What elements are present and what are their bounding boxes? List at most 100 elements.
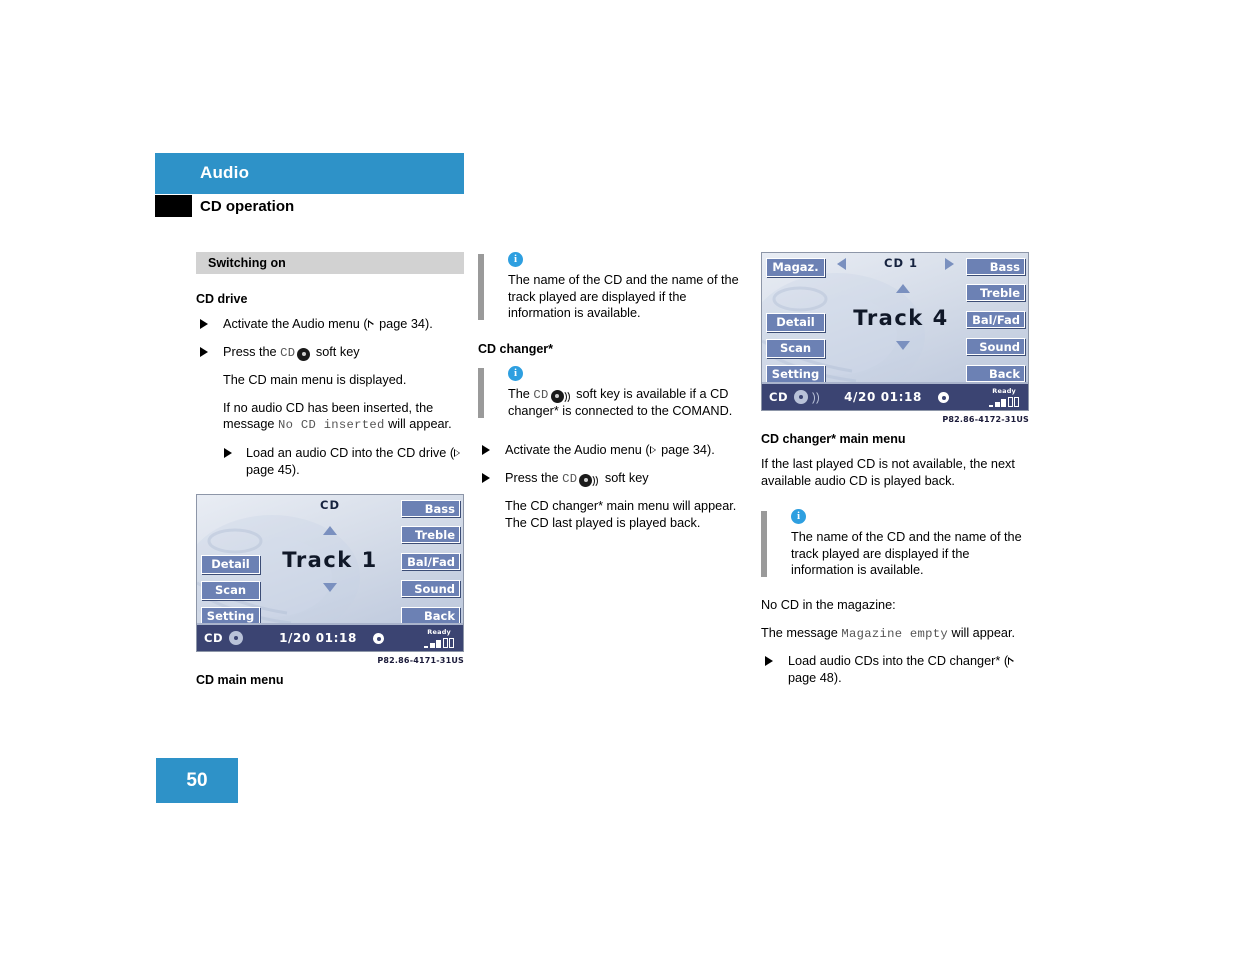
figure-caption: CD changer* main menu — [761, 432, 906, 446]
softkey-detail[interactable]: Detail — [766, 313, 825, 332]
figure-code: P82.86-4172-31US — [942, 415, 1029, 424]
paragraph-cd-main-menu: The CD main menu is displayed. — [223, 373, 407, 388]
softkey-sound[interactable]: Sound — [966, 338, 1025, 355]
list-item: Load an audio CD into the CD drive ( pag… — [196, 445, 466, 478]
status-signal-indicator: Ready — [979, 386, 1023, 408]
note-rule — [478, 254, 484, 320]
display-status-bar: CD 1/20 01:18 Ready — [197, 623, 463, 652]
list-item: Activate the Audio menu ( page 34). — [478, 442, 748, 459]
section-marker-box — [155, 195, 192, 217]
cd-main-menu-display: CD Track 1 Detail Scan Setting Bass Treb… — [196, 494, 464, 653]
display-arrow-up-icon[interactable] — [896, 284, 910, 293]
list-item-text: Activate the Audio menu ( — [505, 442, 650, 457]
signal-bars-icon — [989, 397, 1019, 407]
cd-changer-icon-wrap — [579, 473, 599, 489]
softkey-treble[interactable]: Treble — [401, 526, 460, 544]
cd-changer-disc-icon — [579, 473, 599, 489]
section-bar-switching-on: Switching on — [196, 252, 464, 274]
paragraph-last-played-cd: If the last played CD is not available, … — [761, 457, 1015, 488]
bullet-triangle-icon — [482, 472, 490, 483]
paragraph-post: will appear. — [948, 625, 1015, 640]
softkey-balfad[interactable]: Bal/Fad — [401, 553, 460, 571]
info-note: i The name of the CD and the name of the… — [478, 252, 748, 322]
list-item-text: Load an audio CD into the CD drive ( — [246, 445, 455, 460]
list-item-text: Activate the Audio menu ( — [223, 317, 368, 331]
cd-disc-icon — [297, 347, 311, 361]
paragraph-changer-main-menu: The CD changer* main menu will appear. T… — [505, 499, 737, 530]
softkey-balfad[interactable]: Bal/Fad — [966, 311, 1025, 328]
paragraph-no-cd-in-magazine: No CD in the magazine: — [761, 597, 896, 612]
chapter-header-band: Audio — [155, 153, 464, 194]
info-icon: i — [508, 365, 523, 381]
list-item: Activate the Audio menu ( page 34). — [196, 316, 466, 333]
list-item-text-post: soft key — [601, 470, 649, 485]
note-text: The name of the CD and the name of the t… — [791, 530, 1022, 578]
info-note: i The name of the CD and the name of the… — [761, 509, 1031, 579]
list-item-page-ref: page 34). — [657, 442, 715, 457]
paragraph-pre: The message — [761, 625, 842, 640]
softkey-back[interactable]: Back — [401, 607, 460, 625]
softkey-back[interactable]: Back — [966, 365, 1025, 382]
page-ref-triangle-icon — [454, 448, 462, 458]
paragraph-post: will appear. — [384, 417, 452, 432]
list-item-page-ref: page 45). — [246, 462, 300, 477]
page-number: 50 — [186, 770, 208, 791]
softkey-treble[interactable]: Treble — [966, 284, 1025, 301]
page-ref-triangle-icon — [1008, 657, 1016, 666]
list-item-text: Load audio CDs into the CD changer* ( — [788, 654, 1009, 669]
softkey-label: CD — [533, 387, 549, 402]
list-item-page-ref: page 34). — [375, 317, 433, 331]
note-text: The name of the CD and the name of the t… — [508, 273, 739, 321]
display-arrow-down-icon[interactable] — [896, 341, 910, 350]
display-message-text: Magazine empty — [841, 626, 948, 641]
list-item-text-post: soft key — [312, 344, 360, 359]
bullet-triangle-icon — [482, 444, 490, 455]
bullet-triangle-icon — [224, 447, 232, 458]
display-message-text: No CD inserted — [278, 418, 385, 433]
page-number-box: 50 — [156, 758, 238, 803]
display-arrow-up-icon[interactable] — [323, 526, 337, 536]
info-note: i The CD soft key is available if a CD c… — [478, 365, 748, 420]
softkey-label: CD — [562, 471, 578, 486]
cd-changer-main-menu-display: Magaz. CD 1 Track 4 Detail Scan Setting … — [761, 252, 1029, 411]
display-arrow-down-icon[interactable] — [323, 583, 337, 593]
paragraph-no-cd-inserted: If no audio CD has been inserted, the me… — [196, 400, 466, 434]
list-item-page-ref: page 48). — [788, 670, 842, 685]
softkey-scan[interactable]: Scan — [766, 339, 825, 358]
figure-caption: CD main menu — [196, 673, 284, 688]
softkey-detail[interactable]: Detail — [201, 555, 260, 575]
bullet-triangle-icon — [765, 656, 773, 667]
softkey-bass[interactable]: Bass — [401, 500, 460, 518]
note-rule — [478, 367, 484, 418]
page-ref-triangle-icon — [367, 320, 376, 329]
figure-code: P82.86-4171-31US — [377, 656, 464, 666]
cd-disc-icon-wrap — [297, 347, 311, 361]
softkey-label: CD — [280, 345, 296, 360]
cd-changer-icon-wrap — [550, 389, 571, 405]
status-play-icon — [938, 392, 949, 403]
status-signal-indicator: Ready — [414, 627, 458, 649]
softkey-bass[interactable]: Bass — [966, 258, 1025, 275]
page-ref-triangle-icon — [649, 445, 658, 455]
cd-changer-disc-icon — [550, 389, 571, 405]
softkey-sound[interactable]: Sound — [401, 580, 460, 598]
note-text-pre: The — [508, 386, 534, 401]
display-arrow-right-icon[interactable] — [945, 258, 954, 270]
column-three: Magaz. CD 1 Track 4 Detail Scan Setting … — [761, 252, 1031, 697]
list-item: Load audio CDs into the CD changer* ( pa… — [761, 653, 1031, 686]
list-item-text: Press the — [223, 344, 281, 359]
info-icon: i — [508, 252, 523, 267]
softkey-scan[interactable]: Scan — [201, 581, 260, 601]
subheading-cd-changer: CD changer* — [478, 341, 554, 356]
manual-page: Audio CD operation Switching on CD drive… — [0, 0, 1235, 954]
display-status-bar: CD 4/20 01:18 Ready — [762, 382, 1028, 410]
info-icon: i — [791, 509, 806, 525]
paragraph-magazine-empty: The message Magazine empty will appear. — [761, 625, 1031, 643]
subheading-cd-drive: CD drive — [196, 292, 248, 306]
signal-bars-icon — [424, 638, 454, 649]
bullet-triangle-icon — [200, 319, 208, 329]
list-item: Press the CD soft key — [196, 344, 466, 362]
column-one: Switching on CD drive Activate the Audio… — [196, 252, 466, 697]
chapter-title: Audio — [200, 163, 250, 182]
note-text: The CD soft key is available if a CD cha… — [508, 386, 748, 420]
